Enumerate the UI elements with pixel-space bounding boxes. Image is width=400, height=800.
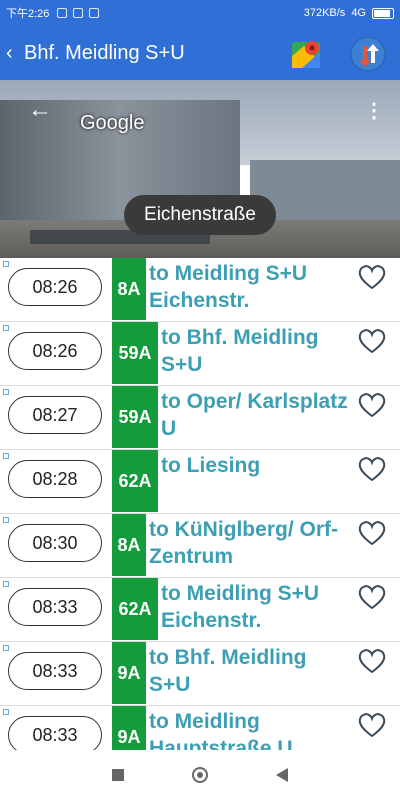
app-bar: ‹ Bhf. Meidling S+U xyxy=(0,26,400,80)
notification-icon xyxy=(73,8,84,18)
line-badge: 59A xyxy=(112,322,158,384)
info-indicator-icon xyxy=(3,261,9,267)
departure-time[interactable]: 08:33 xyxy=(8,652,102,690)
info-indicator-icon xyxy=(3,453,9,459)
departure-row[interactable]: 08:28 62A to Liesing xyxy=(0,450,400,514)
departure-row[interactable]: 08:33 9A to Bhf. Meidling S+U xyxy=(0,642,400,706)
map-icon[interactable] xyxy=(290,38,322,70)
destination-text: to Liesing xyxy=(161,454,261,477)
line-badge: 62A xyxy=(112,578,158,640)
street-view-provider: Google xyxy=(80,112,145,134)
destination-text: to Oper/ Karlsplatz U xyxy=(161,390,348,440)
destination-text: to Bhf. Meidling S+U xyxy=(149,646,307,696)
destination-text: to Bhf. Meidling S+U xyxy=(161,326,319,376)
street-view-image[interactable]: ← Google ⋮ Eichenstraße xyxy=(0,80,400,258)
info-indicator-icon xyxy=(3,709,9,715)
info-indicator-icon xyxy=(3,581,9,587)
heart-icon[interactable] xyxy=(358,392,386,418)
info-indicator-icon xyxy=(3,325,9,331)
info-indicator-icon xyxy=(3,645,9,651)
departure-time[interactable]: 08:26 xyxy=(8,268,102,306)
departure-list: 08:26 8A to Meidling S+U Eichenstr. 08:26 59… xyxy=(0,258,400,770)
heart-icon[interactable] xyxy=(358,328,386,354)
sort-icon[interactable] xyxy=(350,36,386,72)
departure-row[interactable]: 08:26 59A to Bhf. Meidling S+U xyxy=(0,322,400,386)
heart-icon[interactable] xyxy=(358,456,386,482)
departure-time[interactable]: 08:33 xyxy=(8,716,102,754)
location-label: Eichenstraße xyxy=(124,195,276,235)
battery-icon xyxy=(372,7,394,19)
network-type: 4G xyxy=(351,7,366,19)
departure-time[interactable]: 08:33 xyxy=(8,588,102,626)
destination-text: to Meidling S+U Eichenstr. xyxy=(161,582,320,632)
more-options-icon[interactable]: ⋮ xyxy=(364,98,384,123)
heart-icon[interactable] xyxy=(358,712,386,738)
network-speed: 372KB/s xyxy=(303,7,346,19)
status-time: 下午2:26 xyxy=(6,8,50,20)
departure-time[interactable]: 08:26 xyxy=(8,332,102,370)
departure-row[interactable]: 08:26 8A to Meidling S+U Eichenstr. xyxy=(0,258,400,322)
system-nav-bar xyxy=(0,750,400,800)
departure-time[interactable]: 08:27 xyxy=(8,396,102,434)
notification-icon xyxy=(57,8,68,18)
departure-time[interactable]: 08:28 xyxy=(8,460,102,498)
line-badge: 8A xyxy=(112,514,146,576)
notification-icon xyxy=(89,8,100,18)
nav-back-icon[interactable] xyxy=(276,768,288,782)
recent-apps-icon[interactable] xyxy=(112,769,124,781)
destination-text: to Meidling S+U Eichenstr. xyxy=(149,262,308,312)
home-icon[interactable] xyxy=(192,767,208,783)
notification-icons xyxy=(57,8,100,18)
info-indicator-icon xyxy=(3,517,9,523)
page-title: Bhf. Meidling S+U xyxy=(24,41,185,64)
status-bar: 下午2:26 372KB/s 4G xyxy=(0,0,400,26)
departure-row[interactable]: 08:27 59A to Oper/ Karlsplatz U xyxy=(0,386,400,450)
heart-icon[interactable] xyxy=(358,264,386,290)
line-badge: 59A xyxy=(112,386,158,448)
heart-icon[interactable] xyxy=(358,584,386,610)
line-badge: 62A xyxy=(112,450,158,512)
heart-icon[interactable] xyxy=(358,520,386,546)
info-indicator-icon xyxy=(3,389,9,395)
back-icon[interactable]: ‹ xyxy=(6,42,20,65)
destination-text: to KüNiglberg/ Orf-Zentrum xyxy=(149,518,338,568)
departure-row[interactable]: 08:33 62A to Meidling S+U Eichenstr. xyxy=(0,578,400,642)
departure-time[interactable]: 08:30 xyxy=(8,524,102,562)
line-badge: 9A xyxy=(112,642,146,704)
status-right: 372KB/s 4G xyxy=(304,7,394,19)
arrow-back-icon[interactable]: ← xyxy=(28,96,52,124)
line-badge: 8A xyxy=(112,258,146,320)
departure-row[interactable]: 08:30 8A to KüNiglberg/ Orf-Zentrum xyxy=(0,514,400,578)
heart-icon[interactable] xyxy=(358,648,386,674)
